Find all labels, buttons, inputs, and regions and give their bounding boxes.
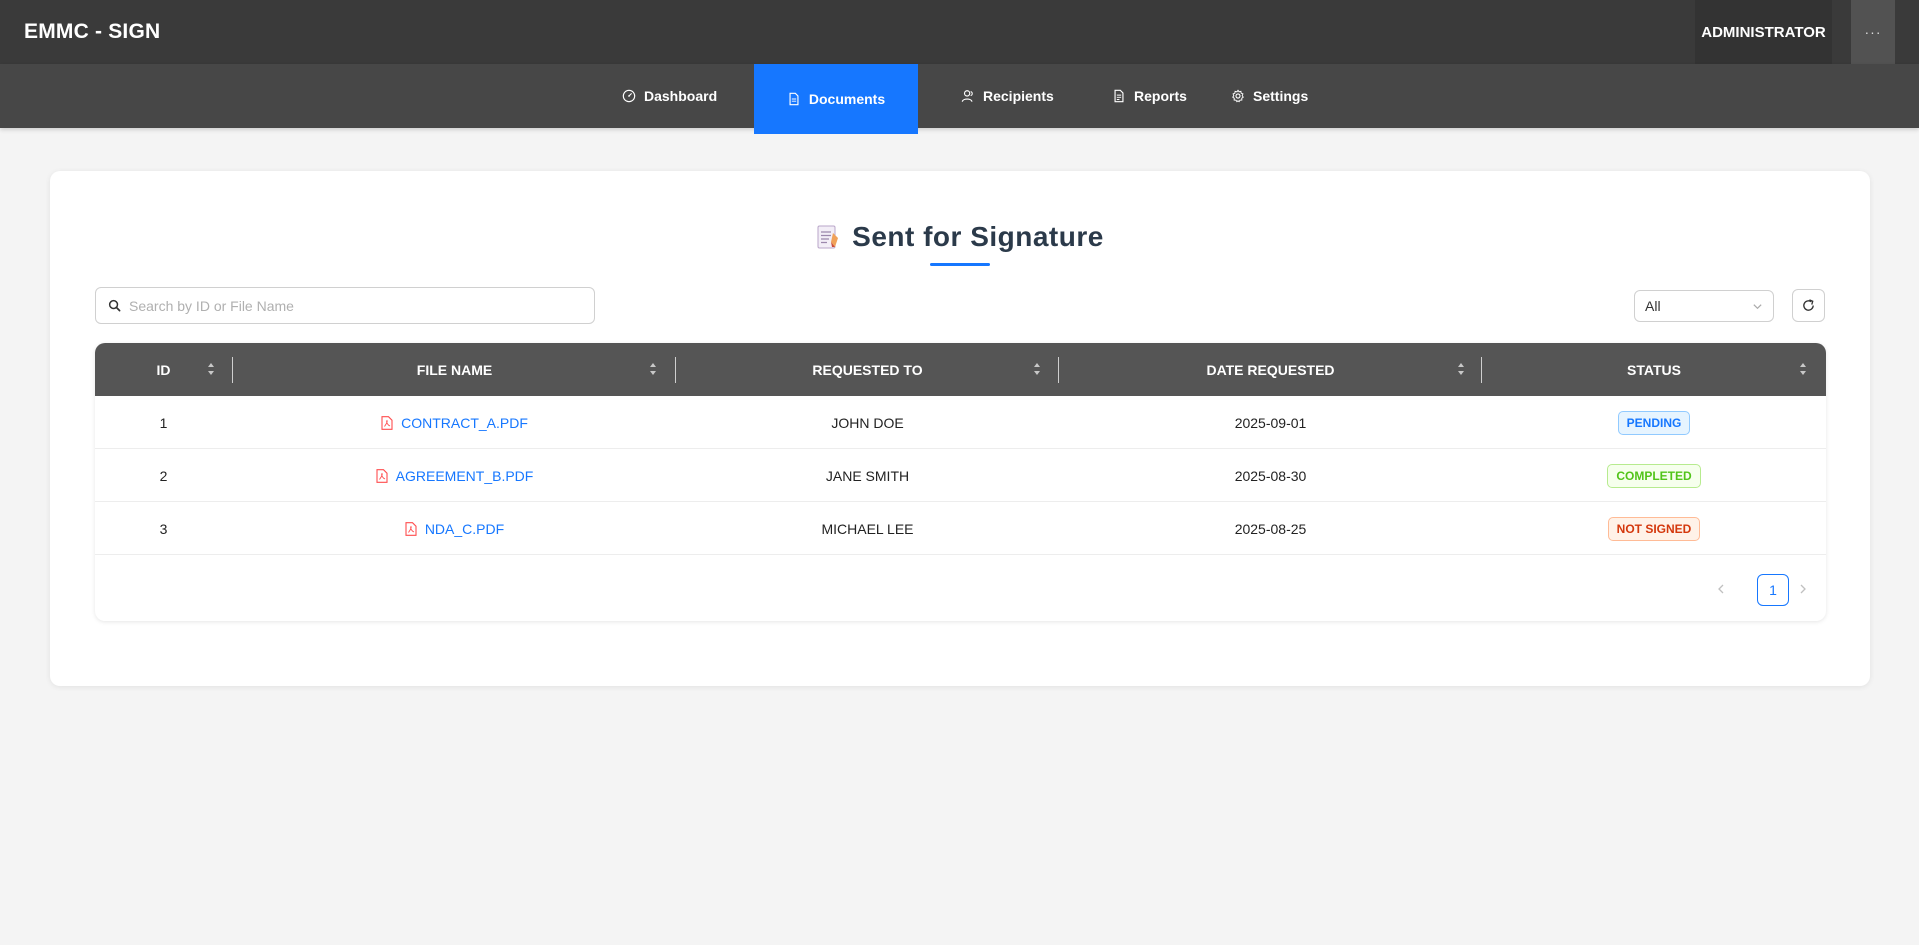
- users-icon: [961, 90, 973, 102]
- sort-icon[interactable]: [649, 362, 657, 376]
- tab-documents[interactable]: Documents: [754, 64, 918, 134]
- cell-id: 3: [159, 520, 168, 537]
- status-badge: PENDING: [1617, 410, 1691, 435]
- page-title-text: Sent for Signature: [852, 221, 1104, 252]
- tab-settings[interactable]: Settings: [1231, 64, 1308, 128]
- status-filter-select[interactable]: All: [1634, 290, 1774, 322]
- gear-icon: [1232, 89, 1244, 103]
- file-name: NDA_C.PDF: [424, 520, 505, 537]
- page-title: Sent for Signature: [816, 221, 1104, 253]
- more-options-button[interactable]: ···: [1851, 0, 1895, 64]
- cell-status: PENDING: [1482, 396, 1826, 449]
- column-header-requested-to[interactable]: REQUESTED TO: [676, 343, 1059, 396]
- search-input[interactable]: [129, 297, 569, 314]
- file-link[interactable]: CONTRACT_A.PDF: [233, 396, 676, 449]
- file-name: CONTRACT_A.PDF: [401, 414, 528, 431]
- tab-dashboard[interactable]: Dashboard: [622, 64, 717, 128]
- tab-recipients[interactable]: Recipients: [961, 64, 1054, 128]
- file-link[interactable]: AGREEMENT_B.PDF: [233, 449, 676, 502]
- cell-id: 1: [159, 414, 168, 431]
- status-badge: COMPLETED: [1607, 463, 1701, 488]
- pdf-file-icon: [376, 468, 388, 483]
- cell-requested-to: JOHN DOE: [831, 414, 904, 431]
- table-row: 2 AGREEMENT_B.PDF JANE SMITH 2025-08-30 …: [95, 449, 1826, 502]
- pagination-page[interactable]: 1: [1757, 574, 1789, 606]
- sort-icon[interactable]: [1033, 362, 1041, 376]
- status-filter-value: All: [1645, 298, 1661, 314]
- refresh-icon: [1803, 299, 1814, 311]
- tab-reports[interactable]: Reports: [1112, 64, 1187, 128]
- pdf-file-icon: [381, 415, 393, 430]
- chevron-down-icon: [1753, 303, 1762, 309]
- memo-icon: [817, 225, 839, 249]
- status-badge: NOT SIGNED: [1607, 516, 1701, 541]
- cell-status: COMPLETED: [1482, 449, 1826, 502]
- column-header-date-requested[interactable]: DATE REQUESTED: [1059, 343, 1482, 396]
- pagination-next-icon[interactable]: [1797, 583, 1809, 595]
- sort-icon[interactable]: [207, 362, 215, 376]
- user-menu-button[interactable]: ADMINISTRATOR: [1695, 0, 1832, 64]
- table-row: 1 CONTRACT_A.PDF JOHN DOE 2025-09-01 PEN…: [95, 396, 1826, 449]
- refresh-button[interactable]: [1792, 289, 1825, 322]
- table-header: ID FILE NAME REQUESTED TO DATE REQUESTED…: [95, 343, 1826, 396]
- tab-reports-label: Reports: [1134, 88, 1187, 104]
- dashboard-icon: [622, 89, 636, 103]
- cell-date: 2025-08-30: [1234, 467, 1307, 484]
- tab-settings-label: Settings: [1253, 88, 1309, 104]
- tab-documents-label: Documents: [808, 91, 886, 107]
- documents-table: ID FILE NAME REQUESTED TO DATE REQUESTED…: [95, 343, 1826, 621]
- sort-icon[interactable]: [1457, 362, 1465, 376]
- pdf-file-icon: [405, 521, 417, 536]
- main-card: Sent for Signature All ID FILE NAME REQU…: [50, 171, 1870, 686]
- page-header: Sent for Signature: [50, 221, 1870, 256]
- title-underline: [930, 263, 990, 266]
- cell-status: NOT SIGNED: [1482, 502, 1826, 555]
- app-title: EMMC - SIGN: [24, 20, 161, 43]
- cell-date: 2025-08-25: [1234, 520, 1307, 537]
- file-link[interactable]: NDA_C.PDF: [233, 502, 676, 555]
- table-row: 3 NDA_C.PDF MICHAEL LEE 2025-08-25 NOT S…: [95, 502, 1826, 555]
- top-bar: EMMC - SIGN ADMINISTRATOR ···: [0, 0, 1919, 64]
- document-icon: [789, 92, 799, 106]
- tab-dashboard-label: Dashboard: [644, 88, 718, 104]
- cell-requested-to: MICHAEL LEE: [821, 520, 914, 537]
- cell-id: 2: [159, 467, 168, 484]
- pagination-prev-icon[interactable]: [1715, 583, 1727, 595]
- cell-requested-to: JANE SMITH: [825, 467, 910, 484]
- column-header-status[interactable]: STATUS: [1482, 343, 1826, 396]
- sort-icon[interactable]: [1799, 362, 1807, 376]
- search-box[interactable]: [95, 287, 595, 324]
- tab-recipients-label: Recipients: [983, 88, 1054, 104]
- column-header-file-name[interactable]: FILE NAME: [233, 343, 676, 396]
- search-icon: [108, 299, 121, 312]
- cell-date: 2025-09-01: [1234, 414, 1307, 431]
- report-icon: [1114, 89, 1124, 103]
- file-name: AGREEMENT_B.PDF: [395, 467, 534, 484]
- nav-bar: Dashboard Documents Recipients Reports S…: [0, 64, 1919, 134]
